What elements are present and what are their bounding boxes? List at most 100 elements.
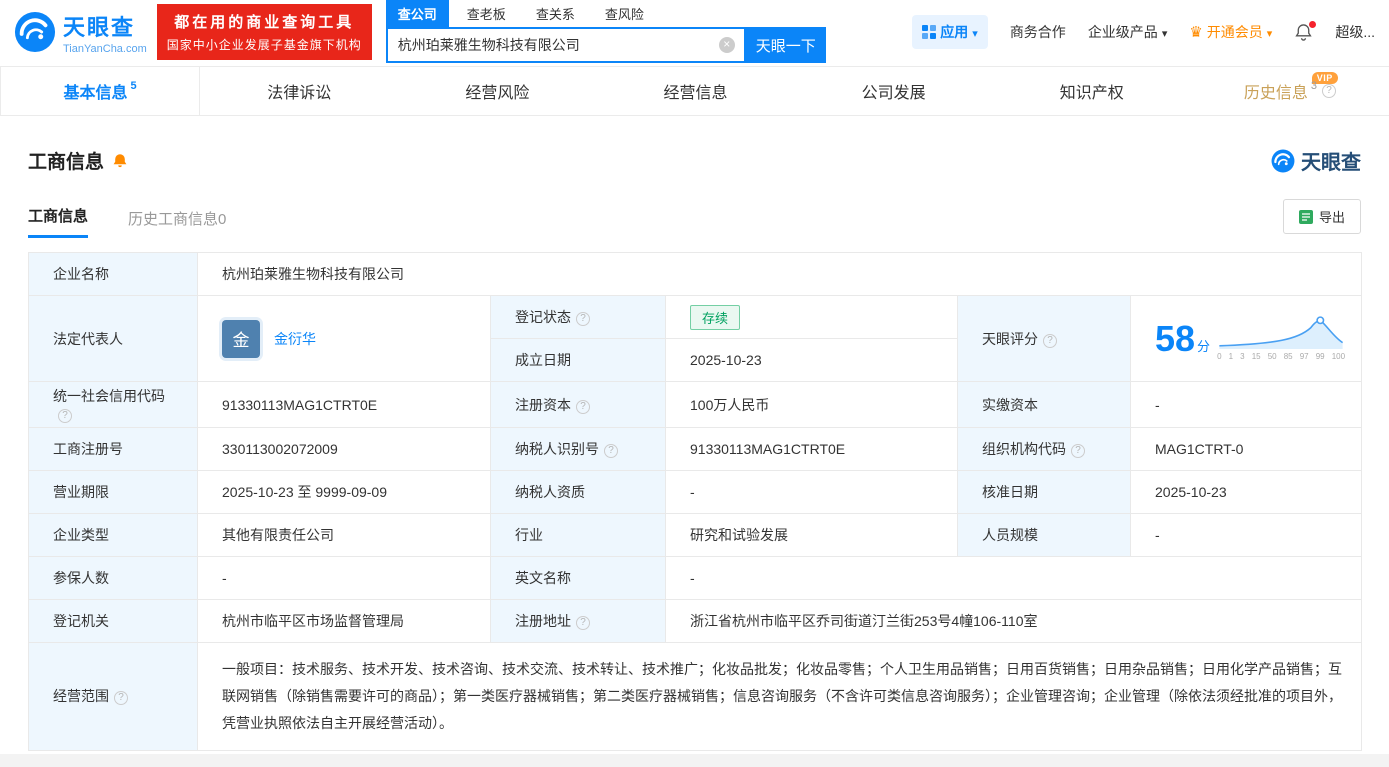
legal-rep-link[interactable]: 金衍华: [274, 329, 316, 349]
tab-history-info[interactable]: VIP 历史信息 3: [1191, 67, 1389, 115]
menu-business-cooperation-label: 商务合作: [1009, 24, 1066, 40]
tab-legal-litigation[interactable]: 法律诉讼: [200, 67, 398, 115]
search-button[interactable]: 天眼一下: [745, 27, 826, 63]
tianyancha-logo[interactable]: 天眼查 TianYanCha.com: [14, 10, 147, 55]
menu-open-vip-label: 开通会员: [1206, 24, 1263, 40]
tab-basic-info-count: 5: [130, 80, 137, 92]
export-button[interactable]: 导出: [1282, 199, 1361, 234]
org-code-value: MAG1CTRT-0: [1155, 441, 1244, 457]
notification-bell-icon[interactable]: [1294, 20, 1317, 42]
watermark-logo-icon: [1271, 149, 1295, 172]
field-label: 统一社会信用代码: [53, 388, 165, 404]
business-info-table: 企业名称 杭州珀莱雅生物科技有限公司 法定代表人 金 金衍华 登记状态 存续 天…: [28, 252, 1363, 751]
clear-search-icon[interactable]: [718, 37, 735, 53]
page-bottom-strip: [0, 754, 1389, 767]
menu-enterprise-products-label: 企业级产品: [1087, 24, 1158, 40]
tab-operating-info[interactable]: 经营信息: [596, 67, 794, 115]
help-icon[interactable]: [576, 399, 590, 414]
subtab-business-info[interactable]: 工商信息: [28, 205, 89, 238]
taxpayer-quality-label-cell: 纳税人资质: [490, 470, 666, 514]
subscribe-bell-icon[interactable]: [112, 153, 128, 169]
score-value: 58: [1155, 317, 1196, 359]
field-label: 人员规模: [982, 527, 1038, 543]
reg-status-label-cell: 登记状态: [490, 295, 666, 339]
reg-number-value-cell: 330113002072009: [197, 427, 491, 471]
menu-enterprise-products[interactable]: 企业级产品: [1088, 22, 1168, 42]
field-label: 纳税人识别号: [515, 441, 599, 457]
taxpayer-id-value-cell: 91330113MAG1CTRT0E: [665, 427, 958, 471]
menu-super-vip[interactable]: 超级...: [1335, 22, 1375, 42]
section-title: 工商信息: [28, 152, 105, 173]
score-value-cell: 58 分 0 1 3 15 50 85 97 99 100: [1129, 295, 1363, 382]
promo-banner: 都在用的商业查询工具 国家中小企业发展子基金旗下机构: [156, 4, 372, 60]
legal-rep-label-cell: 法定代表人: [28, 295, 198, 382]
reg-authority-label-cell: 登记机关: [28, 599, 198, 643]
search-tab-risk[interactable]: 查风险: [593, 0, 656, 27]
help-icon[interactable]: [58, 409, 72, 423]
establish-date-value: 2025-10-23: [690, 352, 762, 368]
org-code-label-cell: 组织机构代码: [957, 427, 1131, 471]
reg-authority-value: 杭州市临平区市场监督管理局: [222, 613, 404, 629]
help-icon[interactable]: [114, 691, 128, 705]
score-curve-svg: [1219, 316, 1344, 349]
tab-operating-info-label: 经营信息: [663, 85, 728, 102]
search-box: [385, 27, 746, 63]
help-icon[interactable]: [1071, 444, 1085, 458]
export-icon: [1298, 209, 1313, 224]
search-row: 天眼一下: [385, 27, 826, 63]
chevron-down-icon: [1267, 24, 1273, 40]
company-type-value-cell: 其他有限责任公司: [197, 513, 491, 557]
tab-intellectual-property[interactable]: 知识产权: [993, 67, 1191, 115]
header-menu: 应用 商务合作 企业级产品 开通会员: [912, 15, 1375, 49]
subtab-history-business-info[interactable]: 历史工商信息0: [128, 208, 226, 238]
row-business-term: 营业期限 2025-10-23 至 9999-09-09 纳税人资质 - 核准日…: [28, 470, 1363, 514]
org-code-value-cell: MAG1CTRT-0: [1129, 427, 1363, 471]
crown-icon: [1189, 23, 1202, 41]
search-tab-boss[interactable]: 查老板: [455, 0, 518, 27]
brand-domain: TianYanCha.com: [63, 42, 147, 55]
apps-menu[interactable]: 应用: [912, 15, 988, 49]
banner-line1: 都在用的商业查询工具: [174, 14, 355, 31]
score-curve-chart[interactable]: 0 1 3 15 50 85 97 99 100: [1217, 315, 1345, 362]
field-label: 登记机关: [53, 613, 109, 629]
field-label: 核准日期: [982, 484, 1038, 500]
tab-basic-info-label: 基本信息: [63, 85, 128, 102]
watermark-logo: 天眼查: [1271, 146, 1361, 175]
help-icon[interactable]: [576, 312, 590, 326]
row-legal-rep: 法定代表人 金 金衍华 登记状态 存续 天眼评分 58分: [28, 295, 1363, 382]
field-label: 企业类型: [53, 527, 109, 543]
insured-count-label-cell: 参保人数: [28, 556, 198, 600]
reg-capital-label-cell: 注册资本: [490, 381, 666, 428]
help-icon[interactable]: [576, 616, 590, 630]
company-name-value-cell: 杭州珀莱雅生物科技有限公司: [196, 252, 1363, 296]
chevron-down-icon: [1162, 24, 1168, 40]
field-label: 成立日期: [515, 352, 571, 368]
reg-capital-value-cell: 100万人民币: [665, 381, 958, 428]
taxpayer-id-value: 91330113MAG1CTRT0E: [690, 441, 846, 457]
menu-open-vip[interactable]: 开通会员: [1189, 22, 1272, 42]
tab-basic-info[interactable]: 基本信息 5: [0, 67, 201, 115]
staff-size-value: -: [1155, 527, 1160, 543]
paid-capital-value-cell: -: [1129, 381, 1363, 428]
tab-company-development[interactable]: 公司发展: [795, 67, 993, 115]
paid-capital-label-cell: 实缴资本: [957, 381, 1131, 428]
reg-number-label-cell: 工商注册号: [28, 427, 198, 471]
help-icon[interactable]: [604, 444, 618, 458]
field-label: 组织机构代码: [982, 441, 1066, 457]
reg-authority-value-cell: 杭州市临平区市场监督管理局: [197, 599, 491, 643]
score-unit: 分: [1197, 338, 1211, 354]
field-label: 工商注册号: [53, 441, 123, 457]
tab-operating-risk[interactable]: 经营风险: [398, 67, 596, 115]
field-label: 天眼评分: [982, 330, 1038, 347]
reg-capital-value: 100万人民币: [690, 396, 770, 413]
reg-address-value: 浙江省杭州市临平区乔司街道汀兰街253号4幢106-110室: [690, 613, 1038, 629]
search-input[interactable]: [387, 37, 719, 53]
menu-business-cooperation[interactable]: 商务合作: [1010, 22, 1066, 42]
search-tab-company[interactable]: 查公司: [385, 0, 449, 27]
tianyancha-logo-icon: [14, 11, 56, 53]
legal-rep-avatar[interactable]: 金: [222, 319, 260, 358]
search-tab-relation[interactable]: 查关系: [524, 0, 587, 27]
establish-date-label-cell: 成立日期: [490, 338, 666, 382]
help-icon[interactable]: [1043, 333, 1057, 348]
help-icon[interactable]: [1321, 84, 1336, 98]
